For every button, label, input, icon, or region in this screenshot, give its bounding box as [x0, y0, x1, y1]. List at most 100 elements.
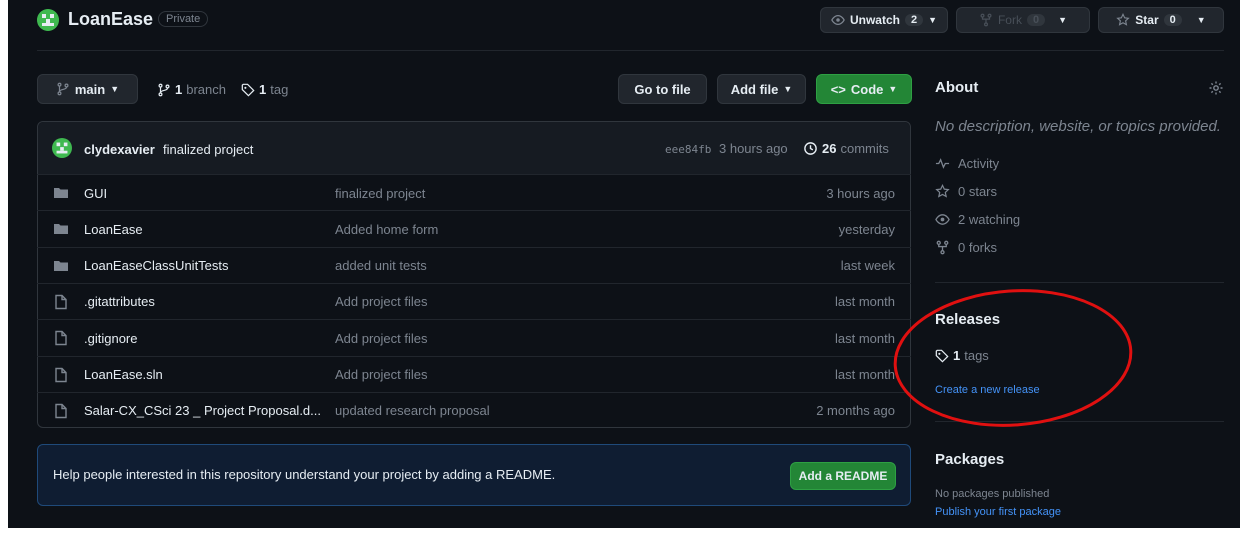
file-row[interactable]: LoanEaseClassUnitTests added unit tests la…: [37, 246, 911, 284]
file-icon: [53, 330, 69, 346]
code-icon: <>: [830, 81, 846, 97]
watching-link[interactable]: 2 watching: [935, 212, 1020, 227]
stars-link[interactable]: 0 stars: [935, 184, 997, 199]
commits-label: commits: [840, 141, 889, 156]
file-name[interactable]: LoanEase.sln: [84, 367, 163, 382]
commit-time: 3 hours ago: [719, 141, 788, 156]
pulse-icon: [935, 156, 950, 171]
chevron-down-icon: ▼: [110, 84, 120, 94]
branch-selector[interactable]: main ▼: [37, 74, 138, 104]
commit-message[interactable]: finalized project: [163, 142, 253, 157]
visibility-badge: Private: [158, 11, 209, 27]
file-commit-message[interactable]: Add project files: [335, 331, 428, 346]
unwatch-button[interactable]: Unwatch 2 ▼: [820, 7, 948, 33]
commits-count: 26: [822, 141, 837, 156]
tag-icon: [241, 83, 255, 97]
about-description: No description, website, or topics provi…: [935, 118, 1221, 135]
fork-icon: [935, 240, 950, 255]
star-label: Star: [1135, 13, 1159, 27]
fork-icon: [979, 13, 993, 27]
chevron-down-icon: ▼: [1196, 15, 1206, 25]
branch-icon: [157, 83, 171, 97]
chevron-down-icon: ▼: [783, 84, 793, 94]
fork-count: 0: [1026, 14, 1046, 26]
file-name[interactable]: .gitattributes: [84, 294, 155, 309]
branch-icon: [56, 82, 70, 96]
go-to-file-button[interactable]: Go to file: [618, 74, 707, 104]
chevron-down-icon: ▼: [1058, 15, 1068, 25]
file-commit-message[interactable]: updated research proposal: [335, 403, 490, 418]
code-button[interactable]: <> Code ▼: [816, 74, 912, 104]
fork-label: Fork: [997, 13, 1022, 27]
add-file-label: Add file: [730, 81, 779, 97]
file-commit-message[interactable]: Add project files: [335, 294, 428, 309]
fork-button[interactable]: Fork 0 ▼: [956, 7, 1090, 33]
star-icon: [1116, 13, 1131, 27]
publish-package-link[interactable]: Publish your first package: [935, 506, 1061, 518]
file-commit-message[interactable]: Add project files: [335, 367, 428, 382]
folder-icon: [53, 221, 69, 237]
unwatch-label: Unwatch: [849, 13, 900, 27]
file-name[interactable]: GUI: [84, 186, 107, 201]
repo-name[interactable]: LoanEase: [68, 9, 153, 30]
activity-link[interactable]: Activity: [935, 156, 999, 171]
forks-link[interactable]: 0 forks: [935, 240, 997, 255]
forks-label: 0 forks: [958, 240, 998, 255]
no-packages-text: No packages published: [935, 488, 1050, 500]
code-label: Code: [850, 81, 884, 97]
file-row[interactable]: .gitattributes Add project files last mont…: [37, 282, 911, 320]
file-commit-message[interactable]: finalized project: [335, 186, 425, 201]
tags-label: tag: [270, 82, 289, 97]
branches-count: 1: [175, 82, 183, 97]
star-icon: [935, 184, 950, 199]
file-commit-message[interactable]: Added home form: [335, 222, 438, 237]
branches-label: branch: [186, 82, 226, 97]
file-commit-message[interactable]: added unit tests: [335, 258, 427, 273]
file-age: last week: [840, 258, 895, 274]
file-icon: [53, 403, 69, 419]
file-icon: [53, 294, 69, 310]
star-button[interactable]: Star 0 ▼: [1098, 7, 1224, 33]
stars-label: 0 stars: [958, 184, 998, 199]
file-age: yesterday: [838, 221, 895, 237]
activity-label: Activity: [958, 156, 1000, 171]
annotation-circle: [893, 289, 1133, 427]
watching-label: 2 watching: [958, 212, 1021, 227]
gear-icon[interactable]: [1208, 80, 1224, 96]
chevron-down-icon: ▼: [888, 84, 898, 94]
commit-hash[interactable]: eee84fb: [665, 143, 711, 156]
folder-icon: [53, 258, 69, 274]
tags-count: 1: [259, 82, 267, 97]
star-count: 0: [1163, 14, 1182, 26]
tags-link[interactable]: 1 tag: [241, 82, 288, 97]
file-age: 3 hours ago: [826, 185, 895, 201]
file-row[interactable]: LoanEase.sln Add project files last month: [37, 355, 911, 393]
file-name[interactable]: LoanEase: [84, 222, 143, 237]
eye-icon: [831, 13, 845, 27]
file-row[interactable]: GUI finalized project 3 hours ago: [37, 174, 911, 211]
unwatch-count: 2: [904, 14, 924, 26]
chevron-down-icon: ▼: [928, 15, 938, 25]
branches-link[interactable]: 1 branch: [157, 82, 226, 97]
add-file-button[interactable]: Add file ▼: [717, 74, 806, 104]
add-readme-button[interactable]: Add a README: [790, 462, 896, 490]
file-row[interactable]: .gitignore Add project files last month: [37, 319, 911, 356]
file-icon: [53, 367, 69, 383]
file-row[interactable]: Salar-CX_CSci 23 _ Project Proposal.d...…: [37, 391, 911, 429]
commits-link[interactable]: 26 commits: [803, 141, 889, 156]
about-title: About: [935, 79, 979, 96]
file-name[interactable]: .gitignore: [84, 331, 137, 346]
packages-title[interactable]: Packages: [935, 451, 1004, 468]
file-name[interactable]: LoanEaseClassUnitTests: [84, 258, 229, 273]
commit-author[interactable]: clydexavier: [84, 142, 155, 157]
file-name[interactable]: Salar-CX_CSci 23 _ Project Proposal.d...: [84, 403, 321, 418]
branch-name: main: [74, 81, 106, 97]
author-avatar[interactable]: [52, 138, 72, 158]
github-repo-page: LoanEase Private Unwatch 2 ▼ Fork 0 ▼ St…: [8, 0, 1240, 528]
header-divider: [37, 50, 1224, 51]
eye-icon: [935, 212, 950, 227]
repo-avatar[interactable]: [37, 9, 59, 31]
file-row[interactable]: LoanEase Added home form yesterday: [37, 210, 911, 247]
readme-banner-text: Help people interested in this repositor…: [53, 467, 556, 482]
history-icon: [803, 141, 818, 156]
